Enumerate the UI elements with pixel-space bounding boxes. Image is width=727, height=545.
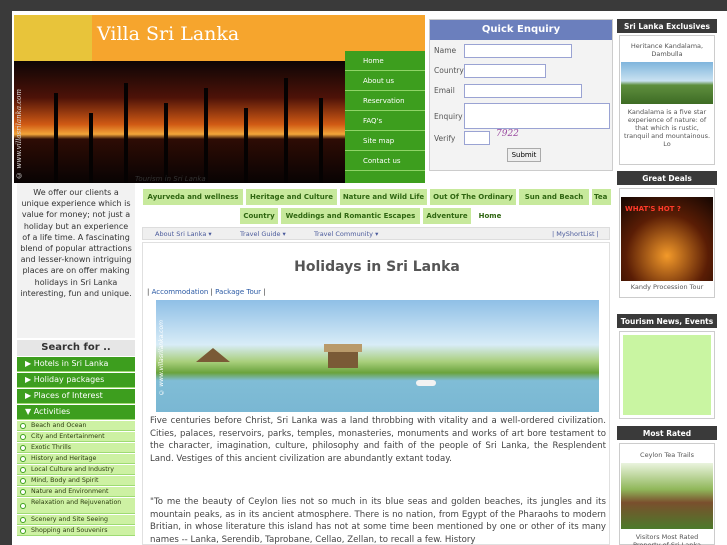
exclusives-heading: Sri Lanka Exclusives <box>617 19 717 33</box>
tab-ayurveda[interactable]: Ayurveda and wellness <box>142 188 244 206</box>
nav-reservation[interactable]: Reservation <box>345 91 425 111</box>
menu-packages[interactable]: ▶ Holiday packages <box>17 373 135 388</box>
quote-paragraph: "To me the beauty of Ceylon lies not so … <box>150 497 606 545</box>
country-label: Country <box>434 66 464 75</box>
tab-country[interactable]: Country <box>239 207 279 225</box>
nav-faq[interactable]: FAQ's <box>345 111 425 131</box>
main-content: Holidays in Sri Lanka | Accommodation | … <box>142 242 610 545</box>
activity-mind-body[interactable]: Mind, Body and Spirit <box>17 476 135 486</box>
page-title: Holidays in Sri Lanka <box>294 259 460 275</box>
tab-heritage[interactable]: Heritage and Culture <box>245 188 338 206</box>
rated-card[interactable]: Ceylon Tea Trails Visitors Most Rated Pr… <box>619 443 715 545</box>
activity-scenery[interactable]: Scenery and Site Seeing <box>17 515 135 525</box>
country-field[interactable] <box>464 64 546 78</box>
sub-nav: About Sri Lanka ▾ Travel Guide ▾ Travel … <box>142 227 610 240</box>
tab-adventure[interactable]: Adventure <box>422 207 472 225</box>
page: Villa Sri Lanka © www.villasrilanka.com … <box>12 11 727 545</box>
menu-hotels[interactable]: ▶ Hotels in Sri Lanka <box>17 357 135 372</box>
photo-watermark: © www.villasrilanka.com <box>158 320 165 396</box>
activity-nature[interactable]: Nature and Environment <box>17 487 135 497</box>
intro-text: We offer our clients a unique experience… <box>17 183 135 338</box>
subnav-about[interactable]: About Sri Lanka ▾ <box>155 230 212 238</box>
activity-thrills[interactable]: Exotic Thrills <box>17 443 135 453</box>
site-logo[interactable]: Villa Sri Lanka <box>97 23 239 45</box>
menu-activities[interactable]: ▼ Activities <box>17 405 135 420</box>
activity-relaxation[interactable]: Relaxation and Rejuvenation <box>17 498 135 514</box>
submit-button[interactable]: Submit <box>507 148 541 162</box>
tab-nature[interactable]: Nature and Wild Life <box>339 188 428 206</box>
email-field[interactable] <box>464 84 582 98</box>
activity-shopping[interactable]: Shopping and Souvenirs <box>17 526 135 536</box>
content-links: | Accommodation | Package Tour | <box>147 288 266 296</box>
tab-sun-beach[interactable]: Sun and Beach <box>518 188 590 206</box>
deals-photo[interactable]: WHAT'S HOT ? <box>621 197 713 281</box>
activity-history[interactable]: History and Heritage <box>17 454 135 464</box>
deals-heading: Great Deals <box>617 171 717 185</box>
name-field[interactable] <box>464 44 572 58</box>
rated-name[interactable]: Ceylon Tea Trails <box>620 449 714 461</box>
quick-enquiry-title: Quick Enquiry <box>430 20 612 40</box>
exclusive-text: Kandalama is a five star experience of n… <box>623 108 711 148</box>
tab-out-of-ordinary[interactable]: Out Of The Ordinary <box>429 188 517 206</box>
activity-beach[interactable]: Beach and Ocean <box>17 421 135 431</box>
deals-caption[interactable]: Kandy Procession Tour <box>620 281 714 293</box>
tab-home[interactable]: Home <box>473 207 507 225</box>
rated-photo[interactable] <box>621 463 713 529</box>
shortlist-link[interactable]: | MyShortList | <box>552 230 599 238</box>
quick-enquiry-form: Quick Enquiry Name Country Email Enquiry… <box>429 19 613 171</box>
whats-hot-badge: WHAT'S HOT ? <box>625 205 681 213</box>
search-heading: Search for .. <box>17 340 135 356</box>
lagoon-photo: © www.villasrilanka.com <box>156 300 599 412</box>
exclusive-name[interactable]: Heritance Kandalama, Dambulla <box>620 40 714 60</box>
activity-city[interactable]: City and Entertainment <box>17 432 135 442</box>
intro-paragraph: Five centuries before Christ, Sri Lanka … <box>150 416 606 464</box>
package-tour-link[interactable]: Package Tour <box>215 288 261 296</box>
exclusive-card[interactable]: Heritance Kandalama, Dambulla Kandalama … <box>619 35 715 165</box>
email-label: Email <box>434 86 455 95</box>
hero-sunset-image: © www.villasrilanka.com <box>14 61 345 183</box>
verify-field[interactable] <box>464 131 490 145</box>
news-heading: Tourism News, Events <box>617 314 717 328</box>
logo-accent <box>14 15 92 61</box>
verify-label: Verify <box>434 134 456 143</box>
subnav-guide[interactable]: Travel Guide ▾ <box>240 230 286 238</box>
tab-weddings[interactable]: Weddings and Romantic Escapes <box>280 207 421 225</box>
nav-about[interactable]: About us <box>345 71 425 91</box>
enquiry-textarea[interactable] <box>464 103 610 129</box>
top-nav: Home About us Reservation FAQ's Site map… <box>345 51 425 183</box>
subnav-community[interactable]: Travel Community ▾ <box>314 230 378 238</box>
nav-sitemap[interactable]: Site map <box>345 131 425 151</box>
rated-caption: Visitors Most Rated Property of Sri Lank… <box>633 533 701 545</box>
hero-watermark: © www.villasrilanka.com <box>15 89 23 179</box>
name-label: Name <box>434 46 457 55</box>
nav-contact[interactable]: Contact us <box>345 151 425 171</box>
tab-tea[interactable]: Tea <box>591 188 612 206</box>
rated-heading: Most Rated <box>617 426 717 440</box>
enquiry-label: Enquiry <box>434 112 463 121</box>
news-box <box>619 331 715 419</box>
menu-places[interactable]: ▶ Places of Interest <box>17 389 135 404</box>
accommodation-link[interactable]: Accommodation <box>152 288 209 296</box>
deals-card[interactable]: WHAT'S HOT ? Kandy Procession Tour <box>619 188 715 298</box>
breadcrumb[interactable]: Tourism in Sri Lanka <box>135 175 206 183</box>
nav-home[interactable]: Home <box>345 51 425 71</box>
captcha-image: 7922 <box>496 129 519 139</box>
activity-culture[interactable]: Local Culture and Industry <box>17 465 135 475</box>
exclusive-photo[interactable] <box>621 62 713 104</box>
